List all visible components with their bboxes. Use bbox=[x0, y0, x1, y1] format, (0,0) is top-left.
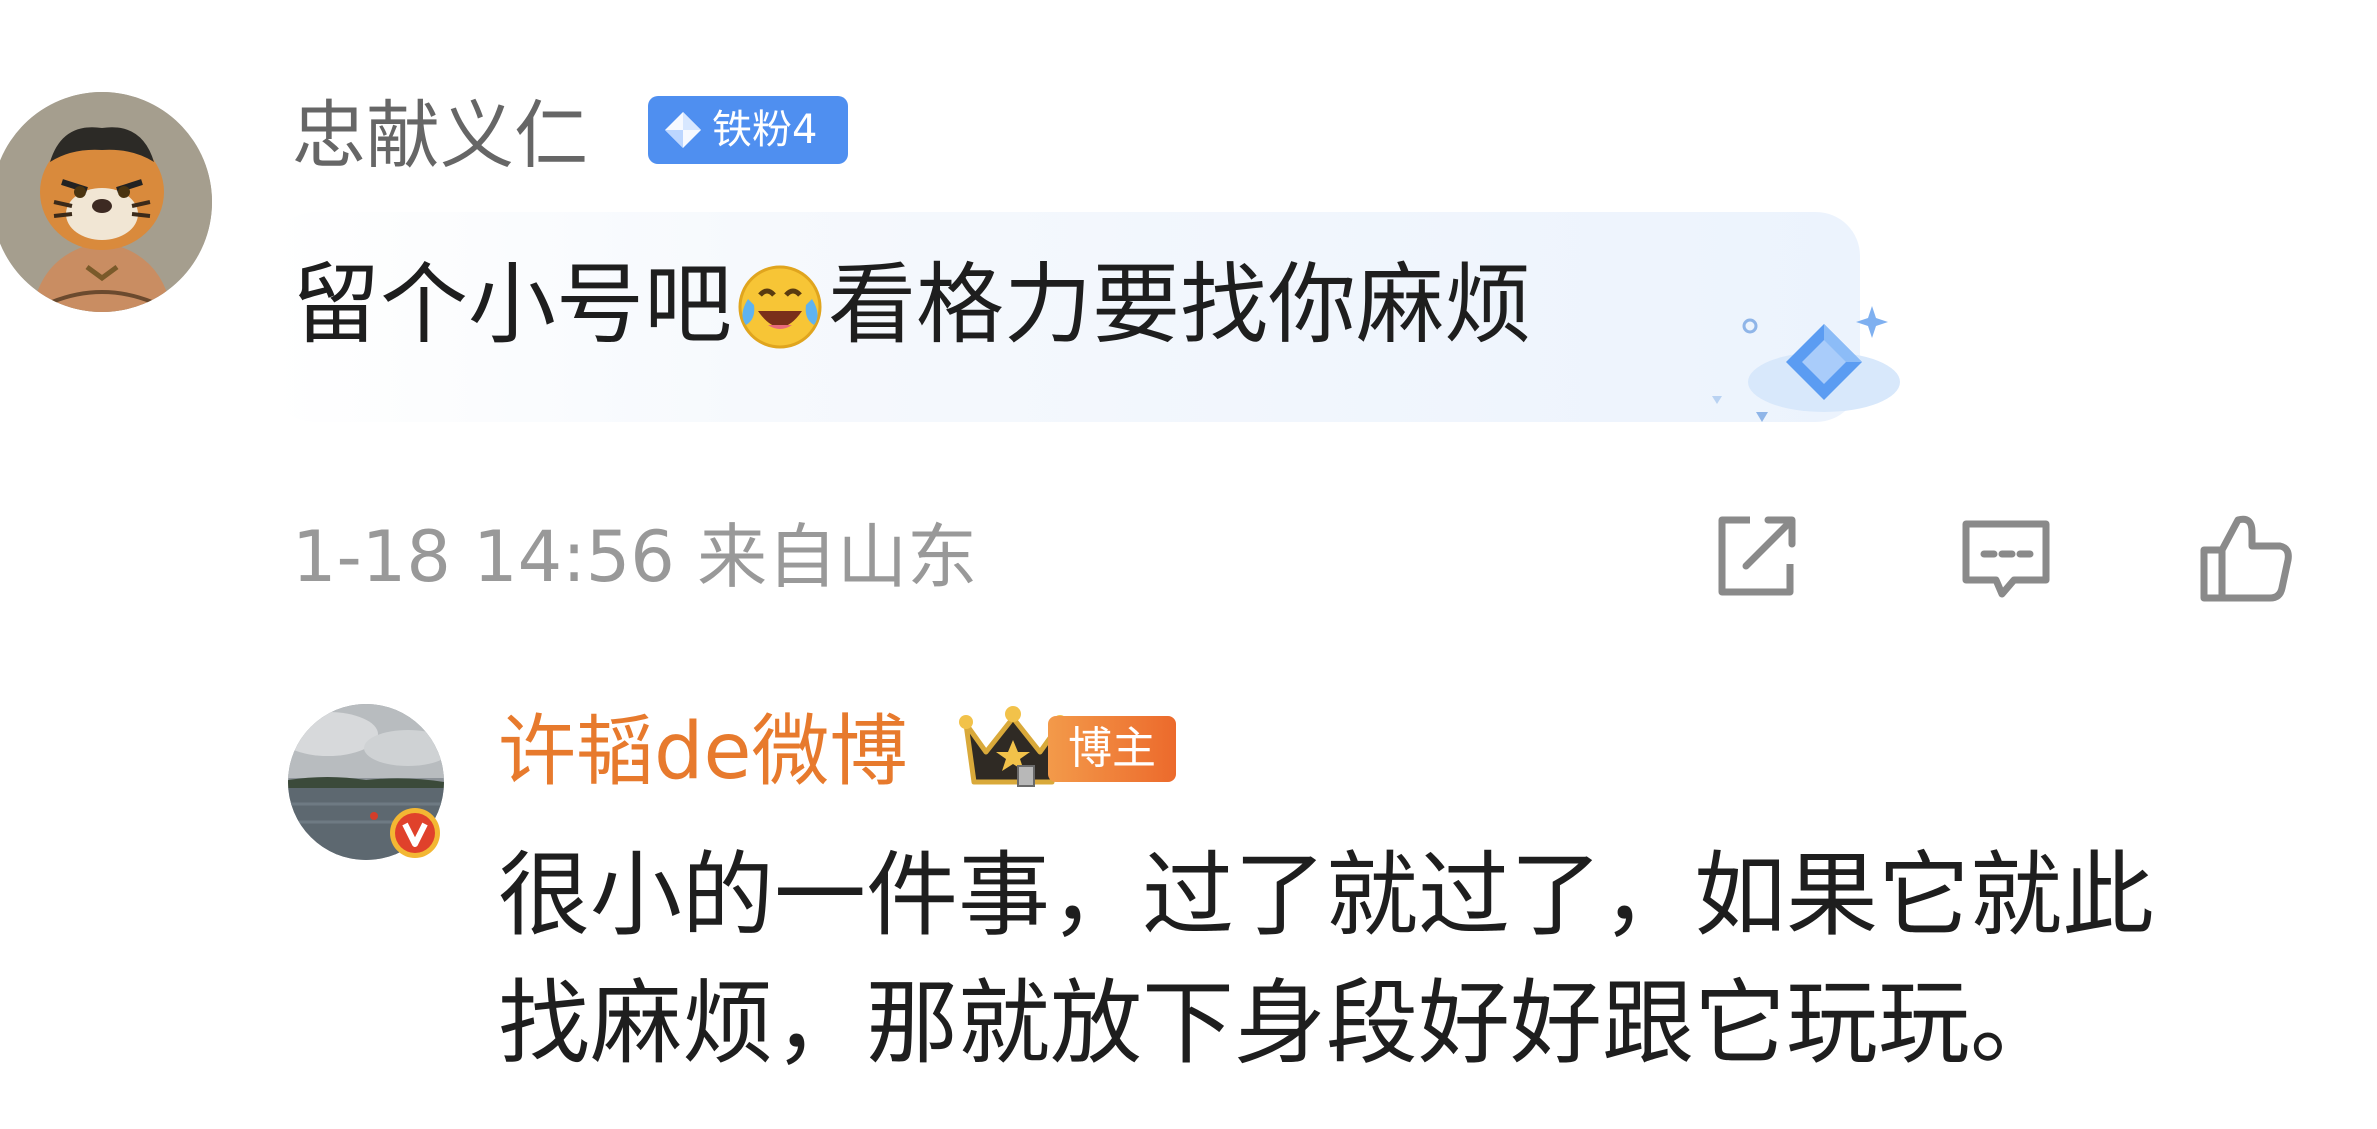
diamond-fan-decoration-icon bbox=[1712, 306, 1900, 422]
fan-level-badge[interactable]: 铁粉4 bbox=[648, 96, 848, 164]
share-icon[interactable] bbox=[1706, 506, 1806, 606]
blogger-badge: 博主 bbox=[1048, 716, 1176, 782]
like-icon[interactable] bbox=[2196, 506, 2296, 606]
comment-text: 留个小号吧 看格力要找你麻烦 bbox=[292, 250, 1532, 360]
avatar[interactable] bbox=[0, 92, 212, 312]
diamond-icon bbox=[665, 112, 701, 148]
verified-v-badge-icon bbox=[390, 808, 440, 858]
username[interactable]: 忠献义仁 bbox=[292, 90, 588, 182]
comment-meta: 1-18 14:56 来自山东 bbox=[292, 516, 978, 598]
reply-text-line2: 找麻烦，那就放下身段好好跟它玩玩。 bbox=[498, 970, 2063, 1077]
reply-text-line1: 很小的一件事，过了就过了，如果它就此 bbox=[498, 842, 2155, 949]
comment-text-part1: 留个小号吧 bbox=[292, 253, 733, 356]
fan-badge-label: 铁粉4 bbox=[712, 107, 818, 153]
comment-icon[interactable] bbox=[1956, 506, 2056, 606]
laugh-cry-emoji-icon bbox=[738, 265, 822, 349]
comment-text-part2: 看格力要找你麻烦 bbox=[828, 253, 1533, 356]
username[interactable]: 许韬de微博 bbox=[498, 702, 908, 802]
